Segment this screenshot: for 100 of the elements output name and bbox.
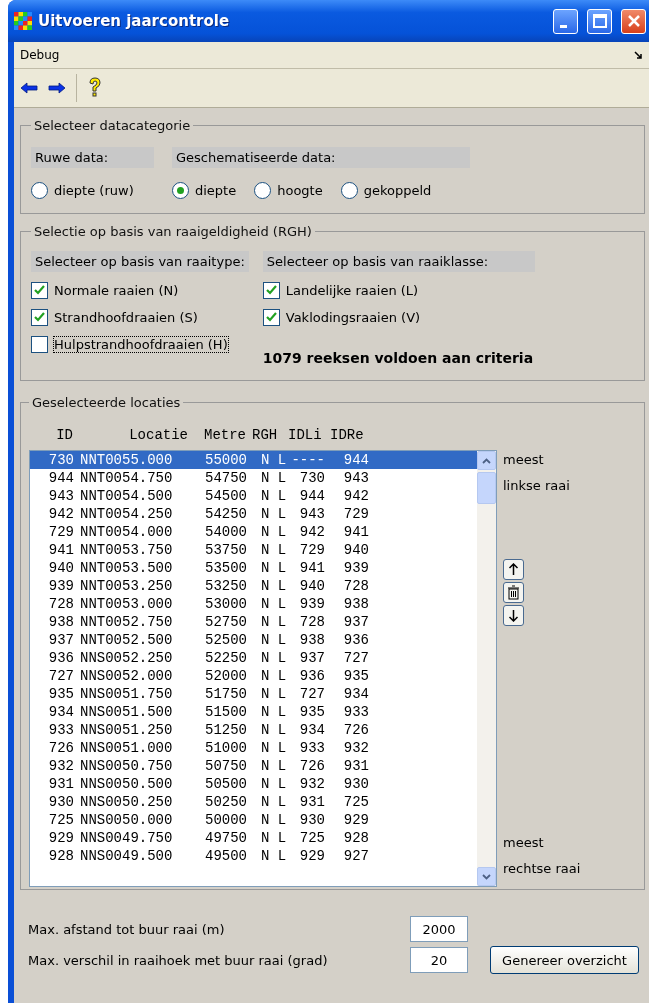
metre-cell-text: 54750 xyxy=(204,470,247,486)
metre-cell-text: 53000 xyxy=(204,596,247,612)
close-button[interactable] xyxy=(621,8,646,34)
radio-button[interactable] xyxy=(31,182,48,199)
idli-cell-text: 931 xyxy=(298,794,325,810)
column-header: Metre xyxy=(203,427,246,443)
down-arrow-icon xyxy=(508,609,519,622)
back-arrow-icon[interactable] xyxy=(20,82,38,94)
metre-cell-text: 49500 xyxy=(204,848,247,864)
help-icon[interactable] xyxy=(87,77,103,99)
close-icon xyxy=(626,14,641,28)
checkbox-label[interactable]: Vaklodingsraaien (V) xyxy=(285,310,421,325)
radio-button[interactable] xyxy=(254,182,272,199)
idre-cell-text: 727 xyxy=(342,650,369,666)
checkbox[interactable] xyxy=(31,336,48,353)
radio-button[interactable] xyxy=(172,182,189,199)
locatie-cell-text: NNT0053.000 xyxy=(79,596,174,612)
radio-option[interactable]: gekoppeld xyxy=(340,182,432,199)
list-row[interactable]: 938 NNT0052.750 52750 N L 728 937 xyxy=(30,613,477,631)
list-row[interactable]: 942 NNT0054.250 54250 N L 943 729 xyxy=(30,505,477,523)
list-row[interactable]: 725 NNS0050.000 50000 N L 930 929 xyxy=(30,811,477,829)
checkbox-label[interactable]: Landelijke raaien (L) xyxy=(285,283,419,298)
column-header: RGH xyxy=(251,427,279,443)
radio-option[interactable]: diepte xyxy=(172,182,237,199)
move-up-button[interactable] xyxy=(503,559,524,580)
metre-cell-text: 50500 xyxy=(204,776,247,792)
locatie-cell-text: NNS0051.000 xyxy=(79,740,174,756)
list-row[interactable]: 929 NNS0049.750 49750 N L 725 928 xyxy=(30,829,477,847)
list-row[interactable]: 933 NNS0051.250 51250 N L 934 726 xyxy=(30,721,477,739)
list-row[interactable]: 936 NNS0052.250 52250 N L 937 727 xyxy=(30,649,477,667)
metre-cell-text: 51250 xyxy=(204,722,247,738)
checkbox-label[interactable]: Hulpstrandhoofdraaien (H) xyxy=(54,337,228,352)
checkbox[interactable] xyxy=(262,282,280,299)
radio-option[interactable]: diepte (ruw) xyxy=(31,182,134,199)
list-row[interactable]: 935 NNS0051.750 51750 N L 727 934 xyxy=(30,685,477,703)
list-row[interactable]: 730 NNT0055.000 55000 N L ---- 944 xyxy=(30,451,477,469)
list-row[interactable]: 943 NNT0054.500 54500 N L 944 942 xyxy=(30,487,477,505)
list-row[interactable]: 940 NNT0053.500 53500 N L 941 939 xyxy=(30,559,477,577)
list-row[interactable]: 727 NNS0052.000 52000 N L 936 935 xyxy=(30,667,477,685)
idre-cell-text: 931 xyxy=(342,758,369,774)
locatie-cell-text: NNS0050.000 xyxy=(79,812,174,828)
list-row[interactable]: 941 NNT0053.750 53750 N L 729 940 xyxy=(30,541,477,559)
list-row[interactable]: 930 NNS0050.250 50250 N L 931 725 xyxy=(30,793,477,811)
group-label: Ruwe data: xyxy=(31,147,154,168)
minimize-button[interactable] xyxy=(553,8,578,34)
metre-cell-text: 49750 xyxy=(204,830,247,846)
idre-cell-text: 933 xyxy=(342,704,369,720)
checkbox-label[interactable]: Strandhoofdraaien (S) xyxy=(54,310,198,325)
checkbox-label[interactable]: Normale raaien (N) xyxy=(54,283,179,298)
idli-cell-text: 933 xyxy=(298,740,325,756)
list-row[interactable]: 934 NNS0051.500 51500 N L 935 933 xyxy=(30,703,477,721)
radio-button[interactable] xyxy=(340,182,358,199)
id-cell-text: 943 xyxy=(47,488,74,504)
idre-cell-text: 930 xyxy=(342,776,369,792)
parameter-field[interactable]: 2000 xyxy=(410,916,468,942)
idli-cell-text: 935 xyxy=(298,704,325,720)
checkbox[interactable] xyxy=(31,282,48,299)
locatie-cell-text: NNS0050.250 xyxy=(79,794,174,810)
side-label: meest xyxy=(503,834,545,852)
id-cell-text: 939 xyxy=(47,578,74,594)
list-row[interactable]: 937 NNT0052.500 52500 N L 938 936 xyxy=(30,631,477,649)
generate-button[interactable]: Genereer overzicht xyxy=(490,946,639,974)
checkbox[interactable] xyxy=(262,309,280,326)
id-cell-text: 934 xyxy=(47,704,74,720)
id-cell-text: 728 xyxy=(47,596,74,612)
idre-cell-text: 729 xyxy=(342,506,369,522)
maximize-button[interactable] xyxy=(587,8,612,34)
radio-option[interactable]: hoogte xyxy=(254,182,323,199)
list-row[interactable]: 928 NNS0049.500 49500 N L 929 927 xyxy=(30,847,477,865)
list-row[interactable]: 944 NNT0054.750 54750 N L 730 943 xyxy=(30,469,477,487)
id-cell-text: 931 xyxy=(47,776,74,792)
locatie-cell-text: NNT0052.750 xyxy=(79,614,174,630)
scroll-thumb[interactable] xyxy=(477,472,496,504)
scroll-up-icon[interactable] xyxy=(477,451,496,470)
locatie-cell-text: NNS0052.250 xyxy=(79,650,174,666)
list-row[interactable]: 726 NNS0051.000 51000 N L 933 932 xyxy=(30,739,477,757)
trash-icon xyxy=(507,585,520,600)
metre-cell-text: 54250 xyxy=(204,506,247,522)
list-row[interactable]: 728 NNT0053.000 53000 N L 939 938 xyxy=(30,595,477,613)
checkbox[interactable] xyxy=(31,309,48,326)
idli-cell-text: 944 xyxy=(298,488,325,504)
scroll-down-icon[interactable] xyxy=(477,867,496,886)
locatie-cell-text: NNT0053.500 xyxy=(79,560,174,576)
metre-cell-text: 51500 xyxy=(204,704,247,720)
list-row[interactable]: 932 NNS0050.750 50750 N L 726 931 xyxy=(30,757,477,775)
list-row[interactable]: 931 NNS0050.500 50500 N L 932 930 xyxy=(30,775,477,793)
arrow-icon xyxy=(634,50,643,60)
list-row[interactable]: 729 NNT0054.000 54000 N L 942 941 xyxy=(30,523,477,541)
forward-arrow-icon[interactable] xyxy=(48,82,66,94)
scrollbar[interactable] xyxy=(477,451,496,886)
column-header: IDLi xyxy=(287,427,323,443)
locatie-cell-text: NNS0051.750 xyxy=(79,686,174,702)
id-cell-text: 930 xyxy=(47,794,74,810)
delete-button[interactable] xyxy=(503,582,524,603)
panel-title: Selecteer datacategorie xyxy=(33,118,192,133)
locatie-cell-text: NNT0052.500 xyxy=(79,632,174,648)
list-row[interactable]: 939 NNT0053.250 53250 N L 940 728 xyxy=(30,577,477,595)
parameter-field[interactable]: 20 xyxy=(410,947,468,973)
minimize-icon xyxy=(560,24,567,28)
move-down-button[interactable] xyxy=(503,605,524,626)
